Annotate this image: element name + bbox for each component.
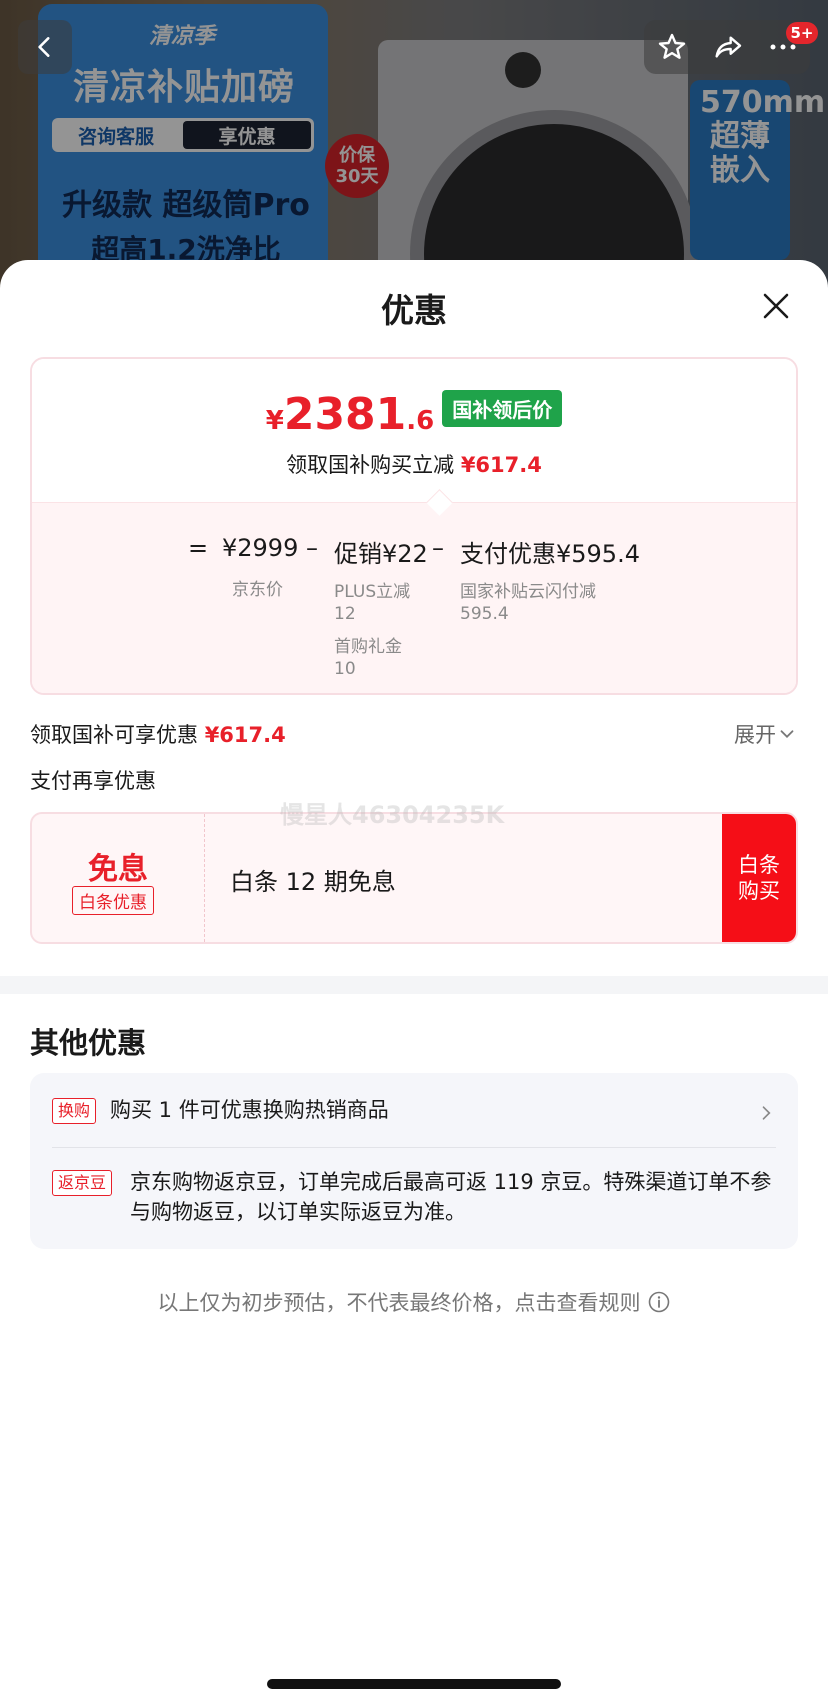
chevron-right-icon bbox=[762, 1106, 771, 1120]
message-count-badge: 5+ bbox=[786, 22, 818, 44]
product-gallery-background: 清凉季 清凉补贴加磅 咨询客服 享优惠 升级款 超级筒Pro 超高1.2洗净比 … bbox=[0, 0, 828, 300]
star-icon[interactable] bbox=[656, 31, 688, 63]
final-price: ¥ 2381 .6 国补领后价 bbox=[32, 389, 796, 440]
plus-discount-name: PLUS立减 bbox=[334, 582, 411, 602]
footnote-text: 以上仅为初步预估，不代表最终价格，点击查看规则 bbox=[157, 1291, 641, 1315]
first-purchase-gift-name: 首购礼金 bbox=[334, 637, 402, 657]
formula-minus-2: – bbox=[432, 534, 444, 562]
jd-beans-offer: 返京豆 京东购物返京豆，订单完成后最高可返 119 京豆。特殊渠道订单不参与购物… bbox=[52, 1167, 776, 1231]
price-breakdown bbox=[32, 502, 796, 693]
pay-section-label: 支付再享优惠 bbox=[30, 769, 156, 793]
subsidy-label-text: 领取国补可享优惠 bbox=[30, 723, 198, 747]
other-offers-title: 其他优惠 bbox=[30, 1026, 147, 1060]
price-decimal: .6 bbox=[406, 406, 435, 436]
jd-price: ¥2999 bbox=[222, 534, 299, 562]
unionpay-subsidy-value: 595.4 bbox=[460, 604, 509, 624]
plus-discount-value: 12 bbox=[334, 604, 356, 624]
first-purchase-gift-value: 10 bbox=[334, 659, 356, 679]
discount-sheet: 优惠 ¥ 2381 .6 国补领后价 领取国补购买立减 ¥617.4 = ¥29… bbox=[0, 260, 828, 1699]
close-icon[interactable] bbox=[756, 286, 796, 326]
payment-discount: 支付优惠¥595.4 bbox=[460, 540, 640, 568]
savings-label: 领取国补购买立减 bbox=[286, 453, 455, 477]
savings-line: 领取国补购买立减 ¥617.4 bbox=[32, 449, 796, 479]
share-icon[interactable] bbox=[711, 31, 745, 63]
jd-beans-text: 京东购物返京豆，订单完成后最高可返 119 京豆。特殊渠道订单不参与购物返豆，以… bbox=[130, 1170, 772, 1224]
chevron-left-icon bbox=[38, 37, 50, 57]
subsidy-price-tag: 国补领后价 bbox=[442, 390, 563, 427]
expand-label: 展开 bbox=[734, 723, 776, 747]
expand-button[interactable]: 展开 bbox=[734, 719, 798, 749]
subsidy-row: 领取国补可享优惠 ¥617.4 展开 bbox=[30, 715, 798, 751]
subsidy-amount: ¥617.4 bbox=[204, 723, 286, 747]
interest-free-label: 免息 bbox=[88, 852, 148, 887]
baitiao-buy-button[interactable]: 白条购买 bbox=[722, 814, 796, 942]
price-integer: 2381 bbox=[283, 389, 407, 440]
trade-in-offer[interactable]: 换购 购买 1 件可优惠换购热销商品 bbox=[52, 1095, 776, 1139]
trade-in-text: 购买 1 件可优惠换购热销商品 bbox=[110, 1098, 389, 1122]
section-divider bbox=[0, 976, 828, 994]
baitiao-offer-card[interactable]: 免息 白条优惠 白条 12 期免息 白条购买 bbox=[30, 812, 798, 944]
price-summary-top: ¥ 2381 .6 国补领后价 领取国补购买立减 ¥617.4 bbox=[32, 359, 796, 502]
subsidy-label: 领取国补可享优惠 ¥617.4 bbox=[30, 719, 286, 749]
savings-amount: ¥617.4 bbox=[460, 453, 542, 477]
formula-equals: = bbox=[188, 534, 209, 562]
watermark: 慢星人46304235K bbox=[280, 801, 505, 829]
pricing-rules-link[interactable]: 以上仅为初步预估，不代表最终价格，点击查看规则 bbox=[0, 1287, 828, 1317]
trade-in-tag: 换购 bbox=[52, 1098, 97, 1124]
price-currency: ¥ bbox=[265, 406, 284, 436]
other-offers-card: 换购 购买 1 件可优惠换购热销商品 返京豆 京东购物返京豆，订单完成后最高可返… bbox=[30, 1073, 798, 1249]
back-button[interactable] bbox=[18, 20, 72, 74]
home-indicator[interactable] bbox=[267, 1679, 561, 1689]
price-summary-card: ¥ 2381 .6 国补领后价 领取国补购买立减 ¥617.4 = ¥2999 … bbox=[30, 357, 798, 695]
sheet-title: 优惠 bbox=[381, 291, 447, 330]
jd-price-label: 京东价 bbox=[232, 580, 283, 600]
offer-description: 白条 12 期免息 bbox=[230, 868, 396, 896]
info-icon bbox=[648, 1291, 669, 1313]
baitiao-buy-label: 白条购买 bbox=[738, 853, 780, 903]
unionpay-subsidy-name: 国家补贴云闪付减 bbox=[460, 582, 596, 602]
formula-minus-1: – bbox=[306, 534, 318, 562]
jd-beans-tag: 返京豆 bbox=[52, 1170, 113, 1196]
baitiao-tag: 白条优惠 bbox=[72, 886, 154, 915]
offer-type-box: 免息 白条优惠 bbox=[32, 814, 205, 942]
top-actions bbox=[644, 20, 810, 74]
promo-amount: 促销¥22 bbox=[334, 540, 428, 568]
chevron-down-icon bbox=[780, 730, 794, 739]
offer-divider bbox=[52, 1147, 776, 1148]
